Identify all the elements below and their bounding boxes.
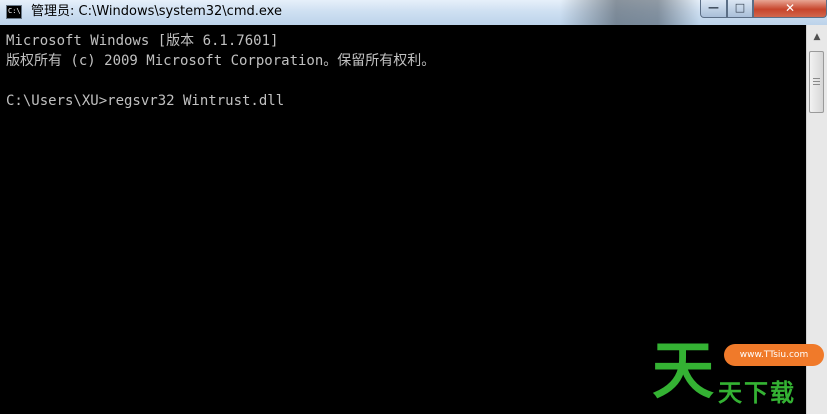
close-button[interactable]: ✕ [753,0,827,18]
scroll-thumb[interactable] [809,51,824,113]
window-title: 管理员: C:\Windows\system32\cmd.exe [31,4,282,19]
minimize-button[interactable]: — [700,0,727,18]
cmd-icon-text: C:\ [8,7,21,15]
cmd-icon[interactable]: C:\ [6,5,22,19]
cmd-window: C:\ 管理员: C:\Windows\system32\cmd.exe — □… [0,0,827,414]
scroll-up-arrow-icon[interactable]: ▲ [809,28,825,46]
maximize-button[interactable]: □ [727,0,753,18]
console-line: Microsoft Windows [版本 6.1.7601] [6,33,279,49]
watermark-text: 天下载 [718,379,796,407]
scroll-grip [813,78,820,79]
watermark-logo-char: 天 [652,334,715,407]
title-bar-sheen [560,0,700,25]
console-line: C:\Users\XU>regsvr32 Wintrust.dll [6,93,285,109]
watermark-url: www.TTsiu.com [724,344,824,366]
title-bar[interactable]: C:\ 管理员: C:\Windows\system32\cmd.exe — □… [0,0,827,25]
console-line: 版权所有 (c) 2009 Microsoft Corporation。保留所有… [6,53,436,69]
scroll-grip [813,81,820,82]
site-watermark: 天 www.TTsiu.com 天下载 [648,338,827,414]
scroll-grip [813,84,820,85]
